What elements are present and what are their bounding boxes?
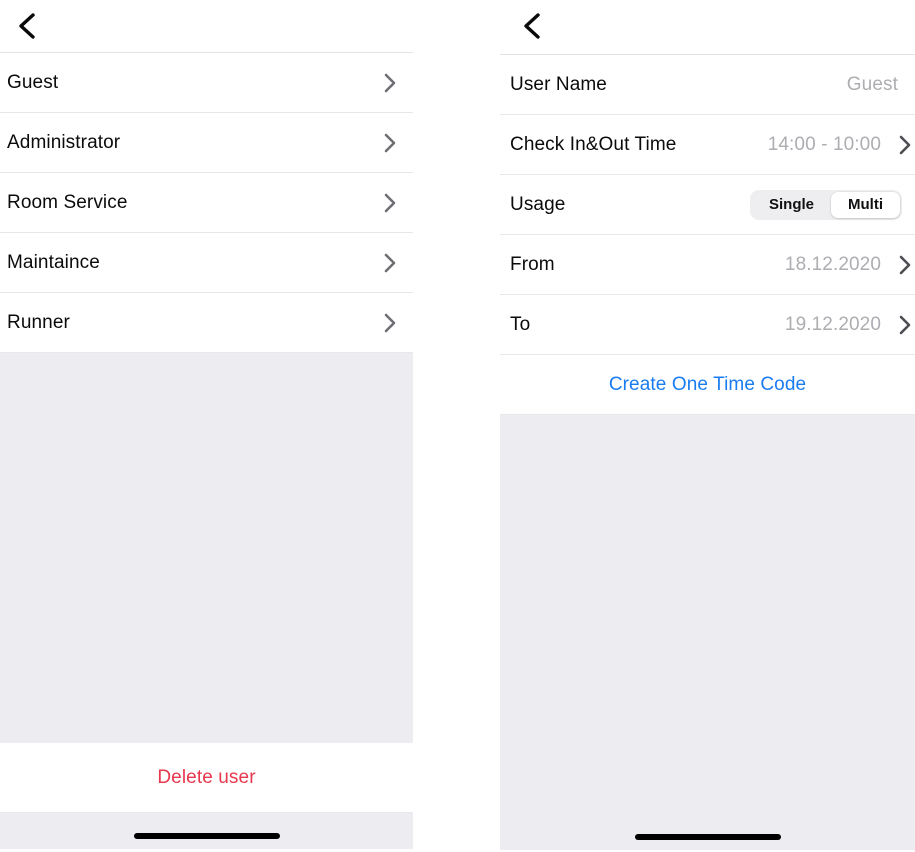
list-item[interactable]: Administrator (0, 113, 413, 173)
user-role-label: Maintaince (7, 251, 100, 273)
from-date-accessory: 18.12.2020 (785, 254, 915, 276)
from-date-label: From (510, 253, 555, 275)
back-button[interactable] (0, 0, 54, 52)
left-bottom-bar (0, 813, 413, 849)
chevron-right-icon (889, 134, 915, 156)
list-item-accessory (366, 252, 413, 274)
list-item-accessory (366, 312, 413, 334)
list-item-accessory (366, 132, 413, 154)
delete-user-label: Delete user (157, 766, 256, 788)
usage-segmented-control[interactable]: Single Multi (749, 189, 902, 220)
to-date-row[interactable]: To 19.12.2020 (500, 295, 915, 355)
user-role-label: Administrator (7, 131, 121, 153)
user-name-row[interactable]: User Name Guest (500, 55, 915, 115)
usage-option-multi[interactable]: Multi (831, 191, 900, 218)
chevron-right-icon (366, 132, 413, 154)
chevron-right-icon (366, 252, 413, 274)
user-role-label: Runner (7, 311, 70, 333)
from-date-row[interactable]: From 18.12.2020 (500, 235, 915, 295)
chevron-right-icon (366, 312, 413, 334)
delete-user-button[interactable]: Delete user (0, 743, 413, 813)
list-item-accessory (366, 192, 413, 214)
user-detail-screen: User Name Guest Check In&Out Time 14:00 … (500, 0, 915, 852)
check-in-out-time-accessory: 14:00 - 10:00 (768, 134, 915, 156)
chevron-right-icon (889, 254, 915, 276)
list-item-accessory (366, 72, 413, 94)
left-empty-area (0, 353, 413, 743)
chevron-left-icon (524, 13, 540, 39)
from-date-value: 18.12.2020 (784, 253, 881, 275)
check-in-out-time-label: Check In&Out Time (510, 133, 677, 155)
chevron-left-icon (19, 13, 35, 39)
usage-row: Usage Single Multi (500, 175, 915, 235)
user-name-value: Guest (846, 73, 898, 95)
chevron-right-icon (889, 314, 915, 336)
to-date-label: To (510, 313, 531, 335)
home-indicator[interactable] (133, 833, 280, 839)
user-name-label: User Name (510, 73, 607, 95)
create-one-time-code-label: Create One Time Code (608, 373, 807, 395)
list-item[interactable]: Runner (0, 293, 413, 353)
left-navigation-bar (0, 0, 413, 53)
right-navigation-bar (500, 0, 915, 55)
user-role-label: Guest (7, 71, 59, 93)
home-indicator[interactable] (634, 834, 781, 840)
user-role-label: Room Service (7, 191, 128, 213)
list-item[interactable]: Maintaince (0, 233, 413, 293)
chevron-right-icon (366, 72, 413, 94)
check-in-out-time-value: 14:00 - 10:00 (767, 133, 881, 155)
list-item[interactable]: Room Service (0, 173, 413, 233)
usage-accessory: Single Multi (749, 189, 915, 220)
user-list-screen: Guest Administrator Room Service Maintai… (0, 0, 413, 852)
usage-label: Usage (510, 193, 566, 215)
check-in-out-time-row[interactable]: Check In&Out Time 14:00 - 10:00 (500, 115, 915, 175)
chevron-right-icon (366, 192, 413, 214)
to-date-accessory: 19.12.2020 (785, 314, 915, 336)
usage-option-single[interactable]: Single (752, 192, 831, 218)
back-button[interactable] (505, 0, 559, 52)
to-date-value: 19.12.2020 (784, 313, 881, 335)
user-name-accessory: Guest (847, 74, 915, 96)
list-item[interactable]: Guest (0, 53, 413, 113)
right-empty-area (500, 415, 915, 850)
create-one-time-code-button[interactable]: Create One Time Code (500, 355, 915, 415)
